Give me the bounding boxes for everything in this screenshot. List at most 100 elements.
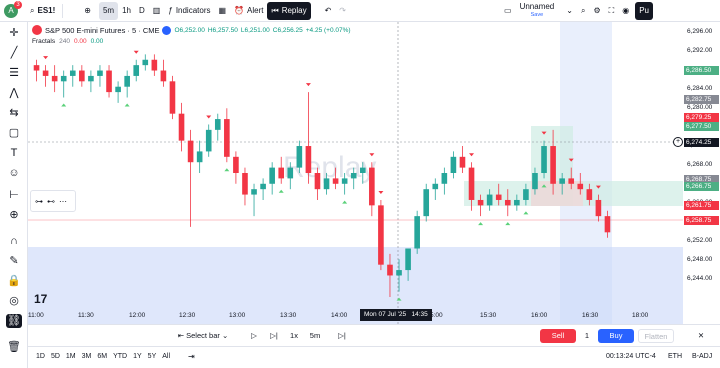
- chart-pane[interactable]: Replay: [28, 22, 683, 324]
- add-order-icon[interactable]: +: [673, 137, 683, 147]
- fractal-up-marker: [206, 115, 212, 119]
- eye-icon[interactable]: ◎: [6, 294, 22, 308]
- candle-body: [477, 199, 484, 206]
- range-button[interactable]: 1M: [66, 353, 76, 360]
- candle-body: [577, 183, 584, 190]
- interval-1h[interactable]: 1h: [118, 2, 135, 20]
- redo-button[interactable]: ↷: [335, 2, 350, 20]
- lock-drawing-icon[interactable]: ✎: [6, 254, 22, 268]
- text-icon[interactable]: T: [6, 146, 22, 160]
- price-badge: 6,274.25: [684, 138, 719, 147]
- projection-icon[interactable]: ⇆: [6, 106, 22, 120]
- candle-body: [604, 216, 611, 233]
- zoom-in-icon[interactable]: ⊕: [6, 208, 22, 222]
- fib-icon[interactable]: ☰: [6, 66, 22, 80]
- chart-type-button[interactable]: ▥: [149, 2, 165, 20]
- crosshair-icon[interactable]: ✛: [6, 26, 22, 40]
- quick-search-button[interactable]: ⌕: [577, 2, 589, 20]
- horizontal-line-icon[interactable]: ⊶: [35, 197, 43, 206]
- emoji-icon[interactable]: ☺: [6, 166, 22, 180]
- link-icon[interactable]: ⛓: [6, 314, 22, 328]
- time-tick-label: 14:00: [331, 312, 348, 319]
- candlestick-chart[interactable]: Replay: [28, 22, 683, 324]
- replay-controls: ⇤ Select bar ⌄ ▷ ▷| 1x 5m ▷| Sell 1 Buy …: [28, 324, 720, 346]
- speed-button[interactable]: 1x: [286, 329, 302, 343]
- templates-button[interactable]: ▦: [215, 2, 231, 20]
- layout-menu-button[interactable]: ⌄: [562, 2, 577, 20]
- range-button[interactable]: YTD: [113, 353, 127, 360]
- alert-button[interactable]: ⏰ Alert: [230, 2, 267, 20]
- candle-body: [187, 140, 194, 163]
- price-tick-label: 6,248.00: [687, 256, 713, 263]
- close-replay-button[interactable]: ✕: [694, 329, 708, 343]
- step-forward-button[interactable]: ▷|: [266, 329, 282, 343]
- search-icon: ⌕: [580, 5, 586, 15]
- time-tick-label: 12:00: [129, 312, 146, 319]
- time-tick-label: 13:30: [280, 312, 297, 319]
- compare-button[interactable]: ⊕: [80, 2, 95, 20]
- brush-icon[interactable]: ▢: [6, 126, 22, 140]
- candle-body: [124, 75, 130, 87]
- candle-body: [42, 70, 49, 76]
- price-tick-label: 6,296.00: [687, 28, 713, 35]
- candle-body: [79, 70, 85, 82]
- ruler-icon[interactable]: ⊢: [6, 188, 22, 202]
- range-button[interactable]: All: [162, 353, 170, 360]
- cursor-time: 14:35: [411, 311, 428, 318]
- settings-button[interactable]: ⚙: [589, 2, 604, 20]
- buy-button[interactable]: Buy: [598, 329, 634, 343]
- indicator-legend[interactable]: Fractals 240 0.00 0.00: [32, 38, 103, 45]
- symbol-search-button[interactable]: ⌕ ES1!: [26, 2, 59, 20]
- layout-icon-button[interactable]: ▭: [500, 2, 516, 20]
- interval-d[interactable]: D: [135, 2, 149, 20]
- session-toggle[interactable]: ETH: [668, 353, 682, 360]
- trash-icon[interactable]: 🗑: [6, 340, 22, 354]
- indicators-button[interactable]: ƒ Indicators: [164, 2, 214, 20]
- price-axis[interactable]: 6,296.006,292.006,288.006,284.006,280.00…: [683, 22, 720, 324]
- pattern-icon[interactable]: ⋀: [6, 86, 22, 100]
- interval-5m[interactable]: 5m: [98, 1, 119, 20]
- flatten-button[interactable]: Flatten: [638, 329, 674, 343]
- time-tick-label: 18:00: [632, 312, 649, 319]
- range-button[interactable]: 6M: [97, 353, 107, 360]
- candle-body: [151, 59, 158, 71]
- magnet-icon[interactable]: ∩: [6, 234, 22, 248]
- update-interval-button[interactable]: 5m: [306, 329, 324, 343]
- publish-button[interactable]: Pu: [635, 1, 653, 20]
- undo-button[interactable]: ↶: [321, 2, 336, 20]
- ray-icon[interactable]: ⊷: [47, 197, 55, 206]
- range-button[interactable]: 1Y: [133, 353, 142, 360]
- avatar[interactable]: A3: [4, 0, 22, 18]
- clock[interactable]: 00:13:24 UTC-4: [606, 353, 656, 360]
- fractal-down-marker: [505, 222, 511, 226]
- range-button[interactable]: 5D: [51, 353, 60, 360]
- time-cursor-label: Mon 07 Jul '25 14:35: [360, 309, 432, 321]
- candle-body: [106, 70, 112, 93]
- fractal-down-marker: [478, 222, 484, 226]
- range-button[interactable]: 5Y: [148, 353, 157, 360]
- lock-icon[interactable]: 🔒: [6, 274, 22, 288]
- candle-body: [432, 183, 439, 190]
- play-button[interactable]: ▷: [246, 329, 262, 343]
- goto-date-icon[interactable]: ⇥: [188, 352, 195, 361]
- divider: [62, 3, 64, 18]
- time-tick-label: 13:00: [229, 312, 246, 319]
- trend-line-icon[interactable]: ╱: [6, 46, 22, 60]
- candle-body: [33, 65, 40, 71]
- select-bar-button[interactable]: ⇤ Select bar ⌄: [168, 329, 238, 343]
- fullscreen-button[interactable]: ⛶: [605, 2, 619, 20]
- candle-body: [550, 146, 556, 184]
- snapshot-button[interactable]: ◉: [618, 2, 633, 20]
- adjust-toggle[interactable]: B-ADJ: [692, 353, 712, 360]
- sell-button[interactable]: Sell: [540, 329, 576, 343]
- candle-body: [160, 70, 167, 82]
- data-provider-icon: [162, 25, 172, 35]
- jump-realtime-button[interactable]: ▷|: [334, 329, 350, 343]
- quantity-field[interactable]: 1: [580, 329, 594, 343]
- replay-button[interactable]: ⏮ Replay: [267, 1, 311, 20]
- candles-icon: ▥: [152, 6, 161, 15]
- range-button[interactable]: 1D: [36, 353, 45, 360]
- layout-name-button[interactable]: Unnamed Save: [516, 2, 559, 20]
- multiline-icon[interactable]: ⋯: [59, 197, 67, 206]
- range-button[interactable]: 3M: [82, 353, 92, 360]
